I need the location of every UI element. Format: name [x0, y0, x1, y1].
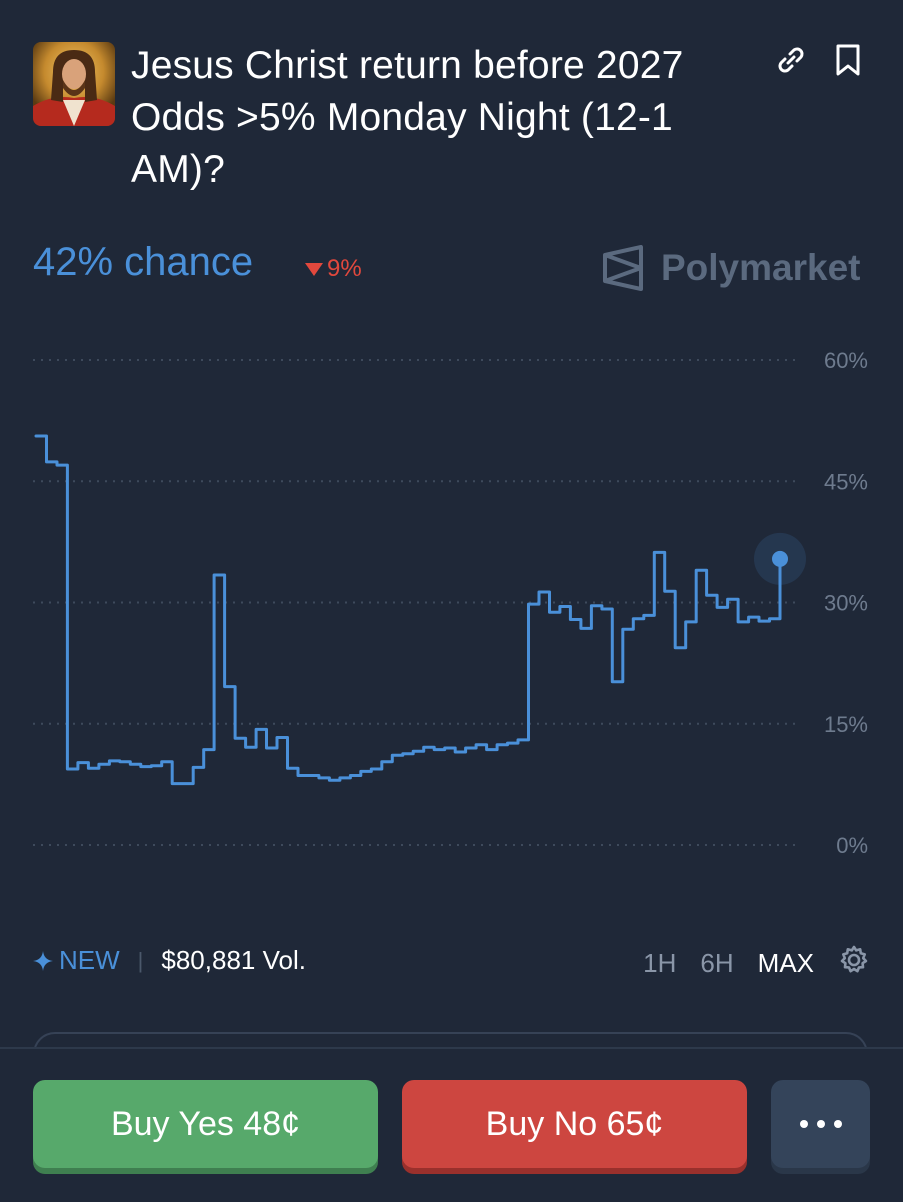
- range-6h[interactable]: 6H: [700, 948, 733, 979]
- bookmark-icon: [836, 44, 860, 76]
- link-icon: [778, 47, 804, 73]
- polymarket-brand: Polymarket: [601, 245, 861, 291]
- volume-value: $80,881 Vol.: [161, 945, 306, 975]
- down-triangle-icon: [305, 262, 323, 276]
- range-1h[interactable]: 1H: [643, 948, 676, 979]
- chart-settings-button[interactable]: [838, 944, 870, 983]
- chart-y-tick-label: 45%: [824, 469, 868, 494]
- range-max[interactable]: MAX: [758, 948, 814, 979]
- chance-change-value: 9%: [327, 255, 362, 282]
- market-stats: NEW | $80,881 Vol.: [33, 945, 306, 976]
- buy-no-button[interactable]: Buy No 65¢: [402, 1080, 747, 1168]
- bookmark-button[interactable]: [830, 42, 866, 78]
- buy-yes-button[interactable]: Buy Yes 48¢: [33, 1080, 378, 1168]
- chart-last-point: [772, 550, 788, 567]
- chart-y-tick-label: 30%: [824, 591, 868, 616]
- market-avatar: [33, 42, 115, 126]
- more-options-button[interactable]: [771, 1080, 870, 1168]
- chart-y-axis: 60% 45% 30% 15% 0%: [824, 348, 868, 858]
- chance-change: 9%: [305, 255, 362, 283]
- price-chart[interactable]: 60% 45% 30% 15% 0%: [0, 330, 903, 870]
- time-range-selector: 1H 6H MAX: [643, 944, 870, 983]
- new-badge: NEW: [33, 945, 120, 976]
- market-title: Jesus Christ return before 2027 Odds >5%…: [131, 44, 684, 191]
- ellipsis-icon: [799, 1120, 842, 1128]
- link-button[interactable]: [773, 42, 809, 78]
- stats-separator: |: [137, 947, 144, 973]
- new-label: NEW: [59, 945, 120, 975]
- polymarket-logo-icon: [603, 245, 643, 291]
- gear-icon: [840, 945, 868, 973]
- brand-name: Polymarket: [661, 247, 861, 288]
- chart-y-tick-label: 60%: [824, 348, 868, 373]
- chart-grid: [33, 359, 800, 846]
- chart-y-tick-label: 15%: [824, 712, 868, 737]
- sparkle-icon: [33, 950, 53, 971]
- chart-series-line: [34, 434, 782, 786]
- chance-value: 42% chance: [33, 240, 254, 284]
- chart-y-tick-label: 0%: [836, 833, 868, 858]
